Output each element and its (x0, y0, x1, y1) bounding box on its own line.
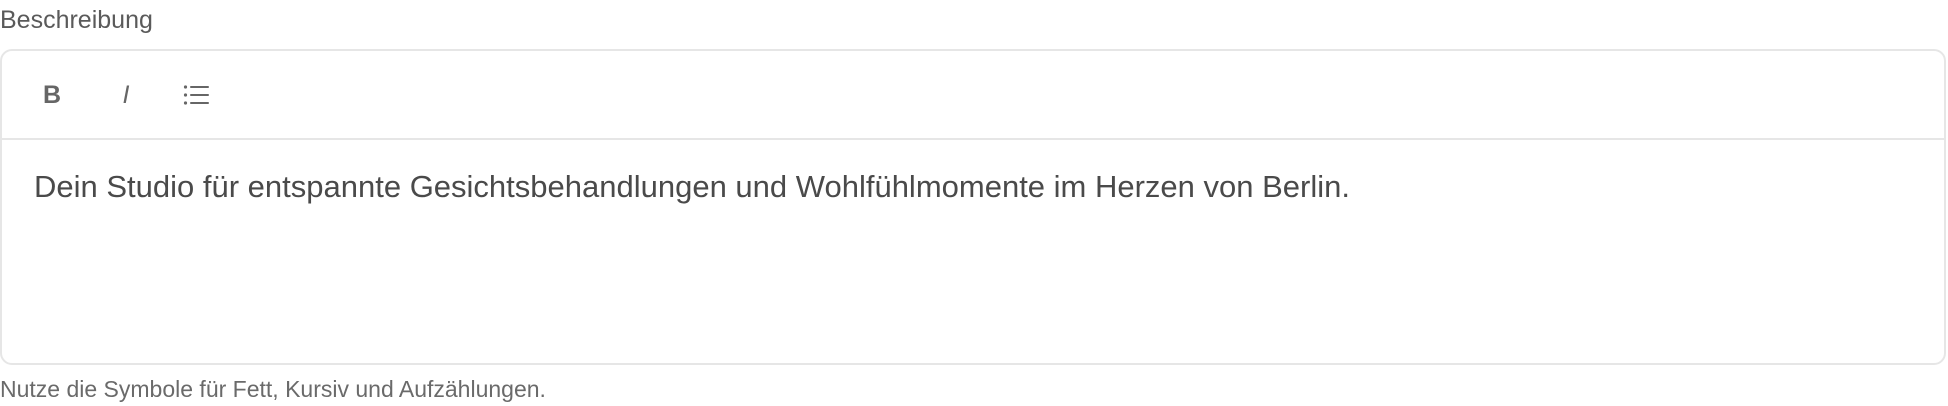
italic-icon: I (122, 80, 130, 109)
editor-toolbar: B I (2, 51, 1944, 140)
bold-icon: B (42, 80, 62, 109)
rich-text-editor: B I Dein Studio für entspannte Gesichtsb… (0, 49, 1946, 365)
bulleted-list-icon (183, 85, 209, 105)
italic-button[interactable]: I (104, 73, 148, 117)
description-label: Beschreibung (0, 6, 153, 34)
bold-button[interactable]: B (30, 73, 74, 117)
description-hint: Nutze die Symbole für Fett, Kursiv und A… (0, 376, 546, 402)
bullet-list-button[interactable] (174, 73, 218, 117)
editor-content[interactable]: Dein Studio für entspannte Gesichtsbehan… (34, 167, 1912, 207)
